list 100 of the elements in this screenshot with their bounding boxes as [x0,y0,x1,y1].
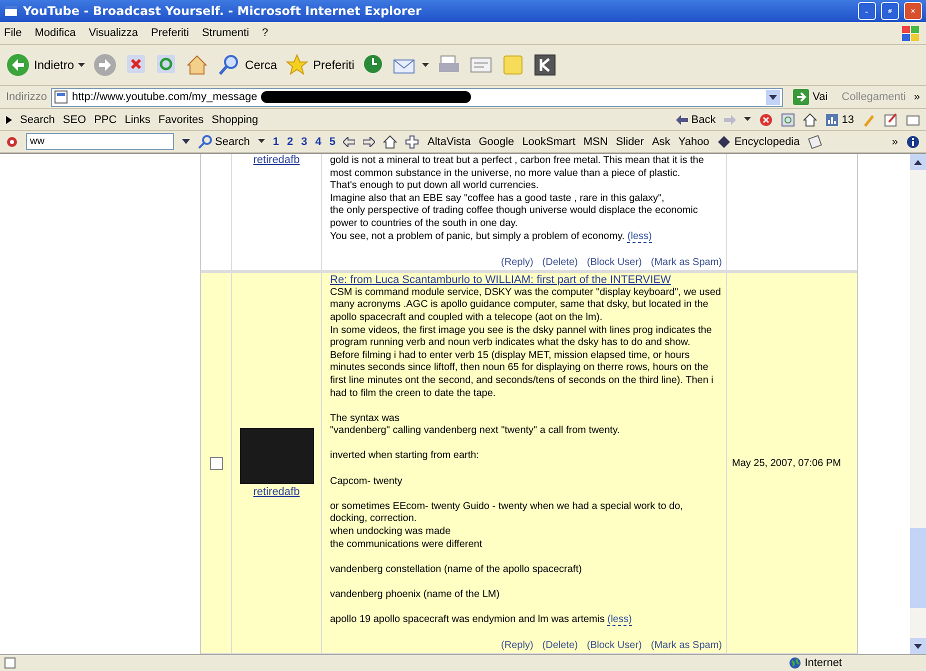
toolbar-link[interactable]: Shopping [212,114,258,126]
go-arrow-icon [792,89,809,105]
action-link[interactable]: (Delete) [542,256,578,268]
message-text: Capcom- twenty [330,476,404,488]
page-number-link[interactable]: 3 [301,136,308,148]
back-button[interactable]: Back [676,114,716,126]
search-button[interactable]: Search [198,134,250,148]
page-icon [54,90,68,104]
toolbar-link[interactable]: Links [124,114,150,126]
dropdown-caret-icon [422,62,430,68]
message-text: vandenberg constellation (name of the apollo spacecraft) [330,564,583,576]
message-text: vandenberg phoenix (name of the LM) [330,589,501,602]
toolbar-link[interactable]: Search [20,114,55,126]
window-icon [4,4,18,18]
message-date: May 25, 2007, 07:06 PM [732,458,841,469]
links-label: Collegamenti [840,91,907,103]
page-icon[interactable] [808,134,822,148]
left-arrow-icon [676,114,688,124]
action-link[interactable]: (Mark as Spam) [650,256,722,268]
checkbox[interactable] [210,456,222,470]
k-logo-icon [533,53,558,77]
less-link[interactable]: (less) [607,614,632,626]
house-icon[interactable] [802,112,817,126]
dropdown-caret-icon [258,139,265,144]
address-label: Indirizzo [6,91,47,103]
counter-button[interactable]: 13 [824,112,854,126]
page-number-link[interactable]: 4 [315,136,322,148]
less-link[interactable]: (less) [627,230,652,243]
message-text: inverted when starting from earth: [330,450,480,464]
windows-flag-icon [900,24,922,42]
search-engine-link[interactable]: AltaVista [427,136,471,148]
action-link[interactable]: (Block User) [586,256,642,268]
refresh-icon[interactable] [780,112,795,126]
restore-icon [888,6,892,16]
toolbar-link[interactable]: Favorites [158,114,204,126]
go-button[interactable]: Vai [786,89,834,105]
note-icon [501,53,526,77]
address-field[interactable]: http://www.youtube.com/my_message [50,88,783,106]
up-caret-icon [914,160,922,164]
encyclopedia-button[interactable]: Encyclopedia [717,134,800,148]
menu-item[interactable]: ? [262,27,268,39]
house-icon [185,53,210,77]
menu-item[interactable]: Strumenti [202,27,250,39]
house-icon[interactable] [383,134,398,148]
subject-link[interactable]: Re: from Luca Scantamburlo to WILLIAM: first part of the INTERVIEW [330,274,722,286]
close-icon [911,6,915,16]
search-button[interactable]: Cerca [217,53,278,77]
page-number-link[interactable]: 5 [329,136,336,148]
menu-item[interactable]: File [4,27,22,39]
action-link[interactable]: (Block User) [586,640,642,652]
chart-icon [824,112,839,126]
dropdown-caret-icon [78,62,86,68]
page-icon [4,657,16,669]
username-link[interactable]: retiredafb [253,154,300,166]
message-text: The syntax was "vandenberg" calling vandenberg next "twenty" a call from twenty. [330,412,621,438]
edit-icon[interactable] [884,112,898,126]
forward-button[interactable] [93,53,118,77]
message-text: or sometimes EEcom- twenty Guido - twenty when we had a special work to do, docking, correction. when undocking was made the communications were different [330,500,684,552]
plus-icon[interactable] [405,134,420,148]
toolbar-link[interactable]: PPC [94,114,117,126]
menu-item[interactable]: Modifica [34,27,76,39]
triangle-icon [6,116,12,124]
right-arrow-icon [724,114,736,124]
action-link[interactable]: (Delete) [542,640,578,652]
search-icon [198,134,212,148]
favorites-button[interactable]: Preferiti [285,53,354,77]
back-button[interactable]: Indietro [6,53,86,77]
toolbar-link[interactable]: SEO [62,114,86,126]
action-link[interactable]: (Reply) [501,256,534,268]
scrollbar-thumb[interactable] [910,528,926,608]
left-arrow-icon[interactable] [343,136,356,146]
search-field[interactable]: ww [26,133,174,150]
search-engine-link[interactable]: MSN [583,136,608,148]
more-chevron[interactable]: » [892,136,898,148]
window-icon[interactable] [906,112,920,126]
stop-icon[interactable] [758,112,773,126]
action-link[interactable]: (Mark as Spam) [650,640,722,652]
page-number-link[interactable]: 2 [286,136,294,148]
home-button[interactable] [185,53,210,77]
k-button[interactable] [533,53,558,77]
search-engine-link[interactable]: Ask [652,136,670,148]
search-engine-link[interactable]: Yahoo [678,136,710,148]
close-button[interactable] [904,2,922,20]
right-arrow-icon[interactable] [363,136,376,146]
dropdown-caret-icon [768,94,777,100]
username-link[interactable]: retiredafb [253,486,300,498]
menu-item[interactable]: Visualizza [88,27,138,39]
message-text: CSM is command module service, DSKY was the computer "display keyboard", we used many acronyms .AGC is apollo guidance computer, same that dsky, but located in the apollo spacecraft and coupled with a telecope (aot on the lm). In some videos, the first image you see is the dsky pannel with lines prog indicates the program running verb and noun verb indicates what the dsky has to do and show. Before filming i had to enter verb 15 (display MET, mission elapsed time, or hours minutes seconds since liftoff, then noun 65 for displaying on therre rows, hours on the first line minutes ont the second, and seconds/tens of seconds on the third line). Then i had to film the creen to date the tape. [330,286,722,400]
scrollbar[interactable] [910,154,926,654]
action-link[interactable]: (Reply) [501,640,534,652]
message-text: gold is not a mineral to treat but a perfect , carbon free metal. This mean that it is the most common substance in the universe, no more value than a piece of plastic. That's enough to put down all world currencies. Imagine also that an EBE say "coffee has a good taste , rare in this galaxy", the only perspective of trading coffee though universe would displace the economic power to countries of the south in one day. You see, not a problem of panic, but simply a problem of economy. (less) [330,155,705,244]
page-number-link[interactable]: 1 [272,136,279,148]
restore-button[interactable] [881,2,899,20]
search-engine-link[interactable]: Google [478,136,514,148]
search-engine-link[interactable]: LookSmart [522,136,576,148]
menu-item[interactable]: Preferiti [151,27,189,39]
search-engine-link[interactable]: Slider [616,136,644,148]
info-icon [906,134,920,148]
minimize-button[interactable] [858,2,876,20]
more-chevron[interactable]: » [914,91,920,103]
